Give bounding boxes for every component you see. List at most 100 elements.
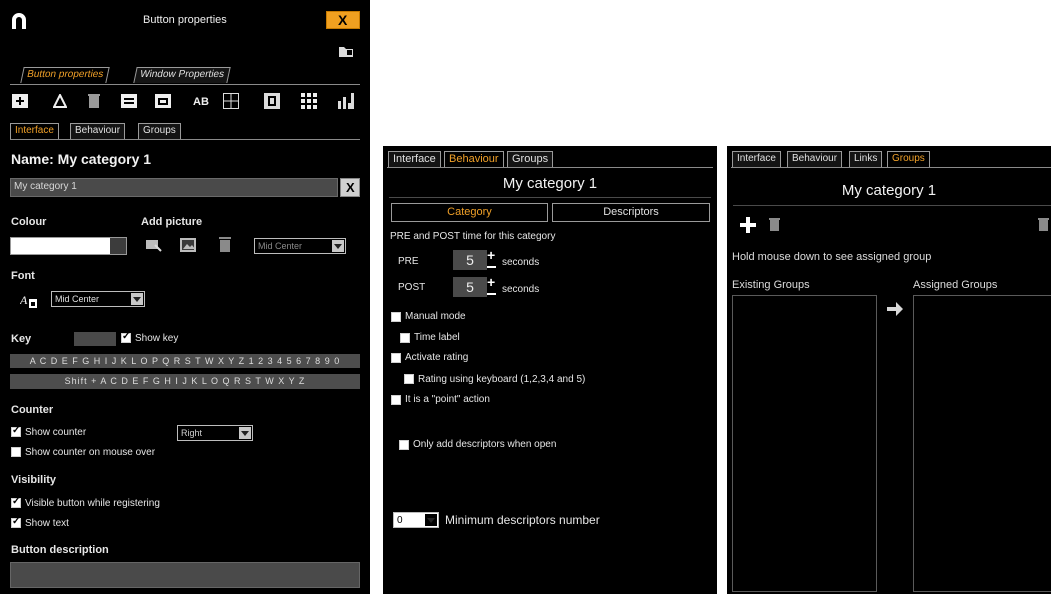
only-add-descriptors-label: Only add descriptors when open bbox=[413, 439, 557, 450]
show-counter-checkbox[interactable] bbox=[11, 425, 21, 437]
assigned-groups-label: Assigned Groups bbox=[913, 279, 998, 291]
window-icon[interactable] bbox=[155, 94, 171, 108]
add-button-icon[interactable] bbox=[12, 94, 28, 108]
point-action-checkbox[interactable] bbox=[391, 395, 401, 405]
arrow-right-icon[interactable] bbox=[887, 302, 903, 316]
min-descriptors-label: Minimum descriptors number bbox=[445, 513, 600, 527]
close-icon: X bbox=[338, 12, 348, 28]
tab-interface[interactable]: Interface bbox=[10, 123, 59, 139]
triangle-icon[interactable] bbox=[53, 94, 67, 108]
clear-icon: X bbox=[346, 180, 355, 195]
time-label-checkbox[interactable] bbox=[400, 333, 410, 343]
tab-behaviour[interactable]: Behaviour bbox=[787, 151, 843, 167]
font-icon[interactable]: A bbox=[20, 293, 38, 309]
visible-while-registering-checkbox[interactable] bbox=[11, 496, 21, 508]
manual-mode-checkbox[interactable] bbox=[391, 312, 401, 322]
chevron-down-icon bbox=[425, 514, 437, 526]
min-descriptors-select[interactable]: 0 bbox=[393, 512, 439, 528]
rating-keyboard-checkbox[interactable] bbox=[404, 374, 414, 384]
tab-window-properties[interactable]: Window Properties bbox=[133, 67, 231, 83]
descriptors-toggle-button[interactable]: Descriptors bbox=[552, 203, 710, 222]
groups-panel: Interface Behaviour Links Groups My cate… bbox=[727, 146, 1051, 594]
button-description-input[interactable] bbox=[10, 562, 360, 588]
font-label: Font bbox=[11, 270, 35, 282]
only-add-descriptors-checkbox[interactable] bbox=[399, 440, 409, 450]
add-group-icon[interactable] bbox=[740, 217, 756, 233]
post-decrement-icon[interactable] bbox=[487, 293, 496, 295]
add-picture-icon[interactable] bbox=[145, 237, 163, 253]
key-input[interactable] bbox=[74, 332, 116, 346]
min-descriptors-value: 0 bbox=[397, 515, 403, 526]
button-description-label: Button description bbox=[11, 544, 109, 556]
rating-keyboard-label: Rating using keyboard (1,2,3,4 and 5) bbox=[418, 374, 586, 385]
name-input[interactable]: My category 1 bbox=[10, 178, 338, 197]
existing-groups-list[interactable] bbox=[732, 295, 877, 592]
close-button[interactable]: X bbox=[326, 11, 360, 29]
film-icon[interactable] bbox=[264, 93, 280, 109]
point-action-label: It is a "point" action bbox=[405, 394, 490, 405]
keys-row-2[interactable]: Shift + A C D E F G H I J K L O Q R S T … bbox=[10, 374, 360, 389]
tab-links[interactable]: Links bbox=[849, 151, 883, 167]
descriptors-toggle-label: Descriptors bbox=[603, 206, 659, 218]
activate-rating-checkbox[interactable] bbox=[391, 353, 401, 363]
chevron-down-icon bbox=[131, 293, 143, 305]
pre-label: PRE bbox=[398, 256, 419, 267]
trash-icon[interactable] bbox=[769, 217, 780, 232]
tab-interface[interactable]: Interface bbox=[732, 151, 781, 167]
post-increment-icon[interactable]: + bbox=[487, 275, 495, 289]
manual-mode-label: Manual mode bbox=[405, 311, 466, 322]
post-value-field[interactable]: 5 bbox=[453, 277, 487, 297]
font-position-value: Mid Center bbox=[55, 294, 100, 304]
clear-name-button[interactable]: X bbox=[340, 178, 360, 197]
existing-groups-label: Existing Groups bbox=[732, 279, 810, 291]
save-folder-icon[interactable] bbox=[338, 44, 354, 58]
tab-groups[interactable]: Groups bbox=[887, 151, 930, 167]
app-logo-icon bbox=[12, 13, 26, 29]
add-picture-label: Add picture bbox=[141, 216, 203, 228]
tab-behaviour[interactable]: Behaviour bbox=[444, 151, 504, 167]
show-key-checkbox[interactable] bbox=[121, 331, 131, 343]
grid-4-icon[interactable] bbox=[223, 93, 239, 109]
tab-groups[interactable]: Groups bbox=[138, 123, 181, 139]
picture-icon[interactable] bbox=[180, 238, 196, 252]
counter-position-select[interactable]: Right bbox=[177, 425, 253, 441]
pre-decrement-icon[interactable] bbox=[487, 266, 496, 268]
svg-text:A: A bbox=[20, 293, 28, 307]
colour-dropdown-arrow[interactable] bbox=[110, 238, 126, 254]
trash-icon[interactable] bbox=[1038, 217, 1049, 232]
trash-icon[interactable] bbox=[88, 93, 100, 109]
colour-picker[interactable] bbox=[10, 237, 127, 255]
category-toggle-label: Category bbox=[447, 206, 492, 218]
tab-interface[interactable]: Interface bbox=[388, 151, 441, 167]
visible-while-registering-label: Visible button while registering bbox=[25, 498, 160, 509]
tab-groups[interactable]: Groups bbox=[507, 151, 554, 167]
category-toggle-button[interactable]: Category bbox=[391, 203, 548, 222]
tab-button-properties[interactable]: Button properties bbox=[20, 67, 110, 83]
activate-rating-label: Activate rating bbox=[405, 352, 469, 363]
show-key-label: Show key bbox=[135, 333, 179, 344]
pre-value-field[interactable]: 5 bbox=[453, 250, 487, 270]
post-seconds-label: seconds bbox=[502, 284, 540, 295]
pre-post-caption: PRE and POST time for this category bbox=[390, 231, 556, 242]
show-text-checkbox[interactable] bbox=[11, 516, 21, 528]
show-counter-hover-checkbox[interactable] bbox=[11, 447, 21, 457]
assigned-group-hint: Hold mouse down to see assigned group bbox=[732, 251, 932, 263]
time-label-label: Time label bbox=[414, 332, 460, 343]
pre-increment-icon[interactable]: + bbox=[487, 248, 495, 262]
keys-row-1[interactable]: A C D E F G H I J K L O P Q R S T W X Y … bbox=[10, 354, 360, 368]
tab-behaviour[interactable]: Behaviour bbox=[70, 123, 126, 139]
picture-position-select[interactable]: Mid Center bbox=[254, 238, 346, 254]
font-position-select[interactable]: Mid Center bbox=[51, 291, 145, 307]
post-label: POST bbox=[398, 282, 426, 293]
assigned-groups-list[interactable] bbox=[913, 295, 1051, 592]
card-icon[interactable] bbox=[121, 94, 137, 108]
category-title: My category 1 bbox=[502, 175, 598, 192]
pre-seconds-label: seconds bbox=[502, 257, 540, 268]
delete-picture-icon[interactable] bbox=[219, 236, 231, 253]
show-counter-label: Show counter bbox=[25, 427, 87, 438]
ab-icon[interactable]: AB bbox=[193, 96, 209, 108]
bar-chart-icon[interactable] bbox=[338, 93, 354, 109]
grid-9-icon[interactable] bbox=[301, 93, 317, 109]
category-title: My category 1 bbox=[841, 182, 937, 199]
window-title: Button properties bbox=[143, 14, 227, 26]
